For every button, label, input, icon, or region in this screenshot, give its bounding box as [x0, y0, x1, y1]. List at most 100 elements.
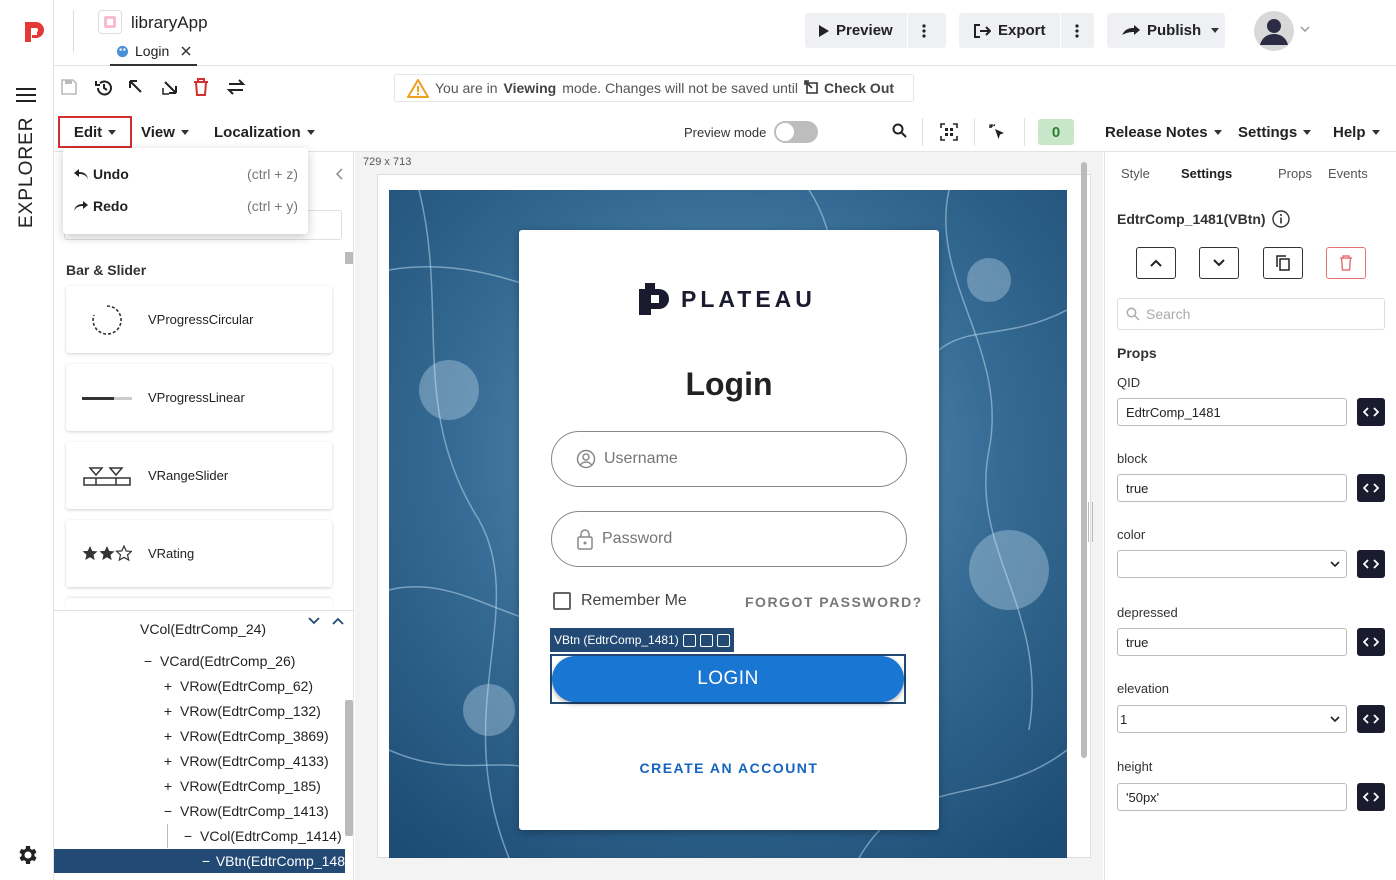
qr-scan-icon[interactable] [940, 123, 960, 143]
search-icon[interactable] [892, 123, 912, 143]
plateau-logo-icon[interactable] [22, 20, 46, 44]
select-parent-icon[interactable] [127, 78, 147, 98]
hamburger-menu-icon[interactable] [16, 86, 38, 104]
checkbox-icon[interactable] [553, 592, 571, 610]
tree-node[interactable]: + VRow(EdtrComp_132) [54, 699, 344, 723]
menu-item-redo[interactable]: Redo (ctrl + y) [63, 190, 308, 222]
tree-node[interactable]: + VRow(EdtrComp_62) [54, 674, 344, 698]
component-card[interactable]: VProgressCircular [66, 286, 332, 353]
tree-toggle[interactable]: − [140, 653, 156, 669]
menu-localization[interactable]: Localization [214, 112, 315, 152]
move-icon[interactable] [699, 633, 713, 647]
swap-icon[interactable] [226, 78, 246, 98]
menu-label: View [141, 123, 175, 141]
tree-node[interactable]: + VRow(EdtrComp_4133) [54, 749, 344, 773]
tree-toggle[interactable]: + [160, 678, 176, 694]
username-field[interactable] [551, 431, 907, 487]
menu-item-undo[interactable]: Undo (ctrl + z) [63, 158, 308, 190]
menu-help[interactable]: Help [1333, 112, 1380, 152]
prop-qid-field[interactable]: EdtrComp_1481 [1117, 398, 1347, 426]
login-button[interactable]: LOGIN [552, 656, 904, 702]
tree-toggle[interactable]: + [160, 728, 176, 744]
tree-node[interactable]: VCol(EdtrComp_24) [54, 623, 344, 637]
delete-icon[interactable] [193, 78, 213, 98]
history-icon[interactable] [94, 78, 114, 98]
close-icon[interactable] [181, 46, 191, 56]
prop-elevation-select[interactable]: 1 [1117, 705, 1347, 733]
scrollbar[interactable] [345, 252, 353, 264]
tree-toggle[interactable]: − [160, 803, 176, 819]
select-child-icon[interactable] [161, 78, 181, 98]
tree-toggle[interactable]: + [160, 753, 176, 769]
delete-button[interactable] [1326, 247, 1366, 279]
menu-view[interactable]: View [141, 112, 189, 152]
component-card[interactable]: VRangeSlider [66, 442, 332, 509]
preview-mode-toggle[interactable] [774, 121, 818, 143]
tree-icon[interactable] [716, 633, 730, 647]
gear-icon[interactable] [15, 843, 39, 867]
code-icon[interactable] [1357, 783, 1385, 811]
export-more-icon[interactable] [1059, 13, 1094, 48]
chevron-down-icon[interactable] [1300, 26, 1310, 32]
check-out-link[interactable]: Check Out [804, 80, 894, 96]
avatar[interactable] [1254, 11, 1294, 51]
menu-edit[interactable]: Edit [58, 116, 132, 148]
move-down-button[interactable] [1199, 247, 1239, 279]
password-field[interactable] [551, 511, 907, 567]
tree-node[interactable]: − VCol(EdtrComp_1414) [54, 824, 344, 848]
tab-events[interactable]: Events [1328, 166, 1368, 181]
code-icon[interactable] [1357, 398, 1385, 426]
save-icon[interactable] [60, 78, 80, 98]
tree-toggle[interactable]: + [160, 703, 176, 719]
tree-node[interactable]: − VRow(EdtrComp_1413) [54, 799, 344, 823]
tree-toggle[interactable]: − [200, 853, 212, 869]
tree-node[interactable]: + VRow(EdtrComp_185) [54, 774, 344, 798]
duplicate-button[interactable] [1263, 247, 1303, 279]
prop-block-field[interactable]: true [1117, 474, 1347, 502]
code-icon[interactable] [1357, 705, 1385, 733]
chevron-down-icon [306, 129, 315, 135]
code-icon[interactable] [1357, 550, 1385, 578]
copy-icon[interactable] [682, 633, 696, 647]
app-icon [98, 10, 122, 34]
edit-menu-dropdown: Undo (ctrl + z) Redo (ctrl + y) [63, 148, 308, 234]
click-pointer-icon[interactable] [988, 123, 1008, 143]
create-account-link[interactable]: CREATE AN ACCOUNT [519, 760, 939, 776]
checkout-icon [804, 80, 820, 96]
forgot-password-link[interactable]: FORGOT PASSWORD? [745, 594, 923, 610]
resize-handle[interactable] [1088, 502, 1093, 542]
info-icon[interactable] [1271, 210, 1290, 228]
props-search-input[interactable]: Search [1117, 298, 1385, 330]
tree-node[interactable]: − VCard(EdtrComp_26) [54, 649, 344, 673]
scrollbar[interactable] [345, 700, 353, 836]
password-input[interactable] [602, 530, 862, 548]
tree-node[interactable]: + VRow(EdtrComp_3869) [54, 724, 344, 748]
tree-toggle[interactable]: − [180, 828, 196, 844]
prop-height-field[interactable]: '50px' [1117, 783, 1347, 811]
tab-style[interactable]: Style [1121, 166, 1150, 181]
remember-me-checkbox[interactable]: Remember Me [553, 592, 687, 610]
menu-settings[interactable]: Settings [1238, 112, 1312, 152]
tab-login[interactable]: Login [110, 38, 198, 66]
menu-release-notes[interactable]: Release Notes [1105, 112, 1222, 152]
preview-more-icon[interactable] [906, 13, 941, 48]
tree-node-selected[interactable]: − VBtn(EdtrComp_148 [54, 849, 345, 873]
prop-color-select[interactable] [1117, 550, 1347, 578]
component-card[interactable]: VProgressLinear [66, 364, 332, 431]
tree-toggle[interactable]: + [160, 778, 176, 794]
move-up-button[interactable] [1136, 247, 1176, 279]
scrollbar[interactable] [1081, 162, 1087, 758]
preview-button[interactable]: Preview [805, 13, 907, 48]
progress-linear-icon [66, 395, 148, 401]
tab-settings[interactable]: Settings [1181, 166, 1232, 181]
code-icon[interactable] [1357, 628, 1385, 656]
tab-props[interactable]: Props [1278, 166, 1312, 181]
component-card[interactable]: VRating [66, 520, 332, 587]
prop-depressed-field[interactable]: true [1117, 628, 1347, 656]
chevron-left-icon[interactable] [336, 168, 344, 180]
code-icon[interactable] [1357, 474, 1385, 502]
publish-button[interactable]: Publish [1107, 13, 1225, 48]
preview-mode-label: Preview mode [684, 125, 767, 140]
username-input[interactable] [604, 450, 864, 468]
export-button[interactable]: Export [959, 13, 1060, 48]
